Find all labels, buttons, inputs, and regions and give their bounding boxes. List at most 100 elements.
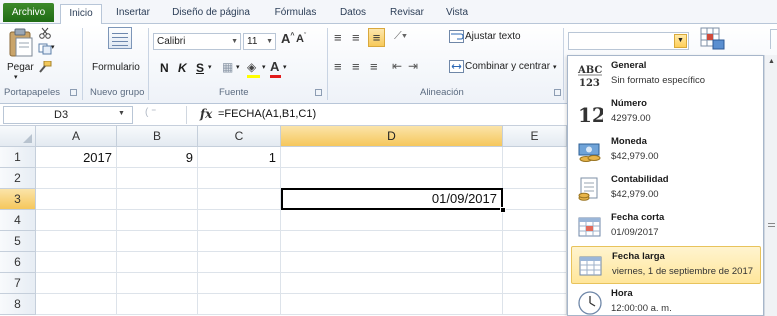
- format-option-contabilidad[interactable]: Contabilidad $42,979.00: [571, 170, 761, 208]
- cell[interactable]: [281, 294, 503, 315]
- number-format-combo[interactable]: ▼: [568, 32, 689, 50]
- row-header-6[interactable]: 6: [0, 252, 36, 273]
- align-center-icon[interactable]: ≡: [352, 59, 360, 74]
- cell[interactable]: [36, 294, 117, 315]
- borders-dropdown-icon[interactable]: ▾: [236, 63, 240, 71]
- decrease-indent-icon[interactable]: ⇤: [392, 59, 402, 73]
- alignment-launcher-icon[interactable]: [554, 89, 561, 96]
- cell[interactable]: [36, 168, 117, 189]
- cell[interactable]: [503, 168, 567, 189]
- format-option-moneda[interactable]: Moneda $42,979.00: [571, 132, 761, 170]
- row-header-4[interactable]: 4: [0, 210, 36, 231]
- cell[interactable]: [36, 231, 117, 252]
- grow-font-icon[interactable]: A^: [281, 31, 294, 46]
- cell[interactable]: [503, 252, 567, 273]
- format-option-hora[interactable]: Hora 12:00:00 a. m.: [571, 284, 761, 316]
- insert-function-icon[interactable]: fx: [200, 107, 212, 121]
- cell[interactable]: [198, 273, 281, 294]
- cell[interactable]: [117, 231, 198, 252]
- cell[interactable]: [281, 210, 503, 231]
- column-header-a[interactable]: A: [36, 126, 117, 147]
- align-top-icon[interactable]: ≡: [334, 30, 342, 45]
- conditional-format-icon[interactable]: [700, 27, 726, 51]
- row-header-2[interactable]: 2: [0, 168, 36, 189]
- form-button-label[interactable]: Formulario: [92, 62, 140, 73]
- column-header-c[interactable]: C: [198, 126, 281, 147]
- chevron-down-icon[interactable]: ▼: [674, 34, 687, 48]
- tab-datos[interactable]: Datos: [335, 4, 371, 24]
- borders-icon[interactable]: ▦: [222, 60, 233, 74]
- chevron-down-icon[interactable]: ▼: [266, 34, 273, 49]
- align-left-icon[interactable]: ≡: [334, 59, 342, 74]
- row-header-7[interactable]: 7: [0, 273, 36, 294]
- underline-button[interactable]: S: [196, 61, 204, 75]
- gallery-scrollbar[interactable]: ▲: [764, 55, 777, 316]
- wrap-text-label[interactable]: Ajustar texto: [465, 31, 521, 42]
- paste-dropdown-icon[interactable]: ▾: [14, 73, 18, 81]
- bold-button[interactable]: N: [160, 61, 169, 75]
- underline-dropdown-icon[interactable]: ▾: [208, 63, 212, 71]
- chevron-down-icon[interactable]: ▼: [118, 110, 125, 117]
- format-option-fecha-larga[interactable]: Fecha larga viernes, 1 de septiembre de …: [571, 246, 761, 284]
- paste-icon[interactable]: [8, 28, 34, 58]
- increase-indent-icon[interactable]: ⇥: [408, 59, 418, 73]
- cell-a1[interactable]: 2017: [36, 147, 117, 168]
- format-option-fecha-corta[interactable]: Fecha corta 01/09/2017: [571, 208, 761, 246]
- fill-handle[interactable]: [500, 207, 506, 213]
- cell-c1[interactable]: 1: [198, 147, 281, 168]
- cell[interactable]: [117, 273, 198, 294]
- orientation-icon[interactable]: ⟋▾: [394, 30, 407, 43]
- row-header-1[interactable]: 1: [0, 147, 36, 168]
- cell[interactable]: [281, 231, 503, 252]
- cell[interactable]: [281, 252, 503, 273]
- cell[interactable]: [198, 210, 281, 231]
- name-box[interactable]: D3: [3, 106, 133, 124]
- cell[interactable]: [117, 168, 198, 189]
- scroll-grip-icon[interactable]: [768, 223, 775, 227]
- wrap-text-icon[interactable]: [449, 30, 464, 43]
- copy-dropdown-icon[interactable]: ▾: [51, 43, 55, 51]
- column-header-e[interactable]: E: [503, 126, 567, 147]
- cell[interactable]: [36, 273, 117, 294]
- cell[interactable]: [198, 252, 281, 273]
- cell[interactable]: [503, 189, 567, 210]
- cell[interactable]: [36, 210, 117, 231]
- row-header-3[interactable]: 3: [0, 189, 36, 210]
- cell[interactable]: [503, 210, 567, 231]
- fill-color-icon[interactable]: ◈: [247, 60, 256, 74]
- tab-formulas[interactable]: Fórmulas: [268, 4, 323, 24]
- format-option-numero[interactable]: 12 Número 42979.00: [571, 94, 761, 132]
- cell[interactable]: [198, 294, 281, 315]
- tab-insertar[interactable]: Insertar: [110, 4, 156, 24]
- align-right-icon[interactable]: ≡: [370, 59, 378, 74]
- row-header-8[interactable]: 8: [0, 294, 36, 315]
- cell[interactable]: [117, 210, 198, 231]
- tab-vista[interactable]: Vista: [440, 4, 474, 24]
- copy-icon[interactable]: [38, 43, 52, 55]
- tab-revisar[interactable]: Revisar: [384, 4, 430, 24]
- cell[interactable]: [36, 252, 117, 273]
- merge-dropdown-icon[interactable]: ▾: [553, 63, 557, 71]
- cell-e1[interactable]: [503, 147, 567, 168]
- cell[interactable]: [198, 189, 281, 210]
- tab-archivo[interactable]: Archivo: [3, 3, 54, 22]
- form-icon[interactable]: [108, 27, 132, 49]
- cell[interactable]: [117, 294, 198, 315]
- cell-d3-selected[interactable]: 01/09/2017: [281, 188, 503, 210]
- cell[interactable]: [36, 189, 117, 210]
- font-name-combo[interactable]: Calibri ▼: [153, 33, 241, 50]
- cell-d1[interactable]: [281, 147, 503, 168]
- column-header-d[interactable]: D: [281, 126, 503, 147]
- cell[interactable]: [503, 294, 567, 315]
- cell[interactable]: [198, 231, 281, 252]
- chevron-down-icon[interactable]: ▼: [231, 34, 238, 49]
- clipboard-launcher-icon[interactable]: [70, 89, 77, 96]
- shrink-font-icon[interactable]: Aˇ: [296, 33, 306, 45]
- cell[interactable]: [503, 273, 567, 294]
- row-header-5[interactable]: 5: [0, 231, 36, 252]
- font-launcher-icon[interactable]: [315, 89, 322, 96]
- formula-bar-resize-icon[interactable]: ( ⁼: [145, 107, 175, 123]
- cut-icon[interactable]: [38, 27, 52, 39]
- select-all-corner[interactable]: [0, 126, 36, 147]
- cell[interactable]: [281, 168, 503, 189]
